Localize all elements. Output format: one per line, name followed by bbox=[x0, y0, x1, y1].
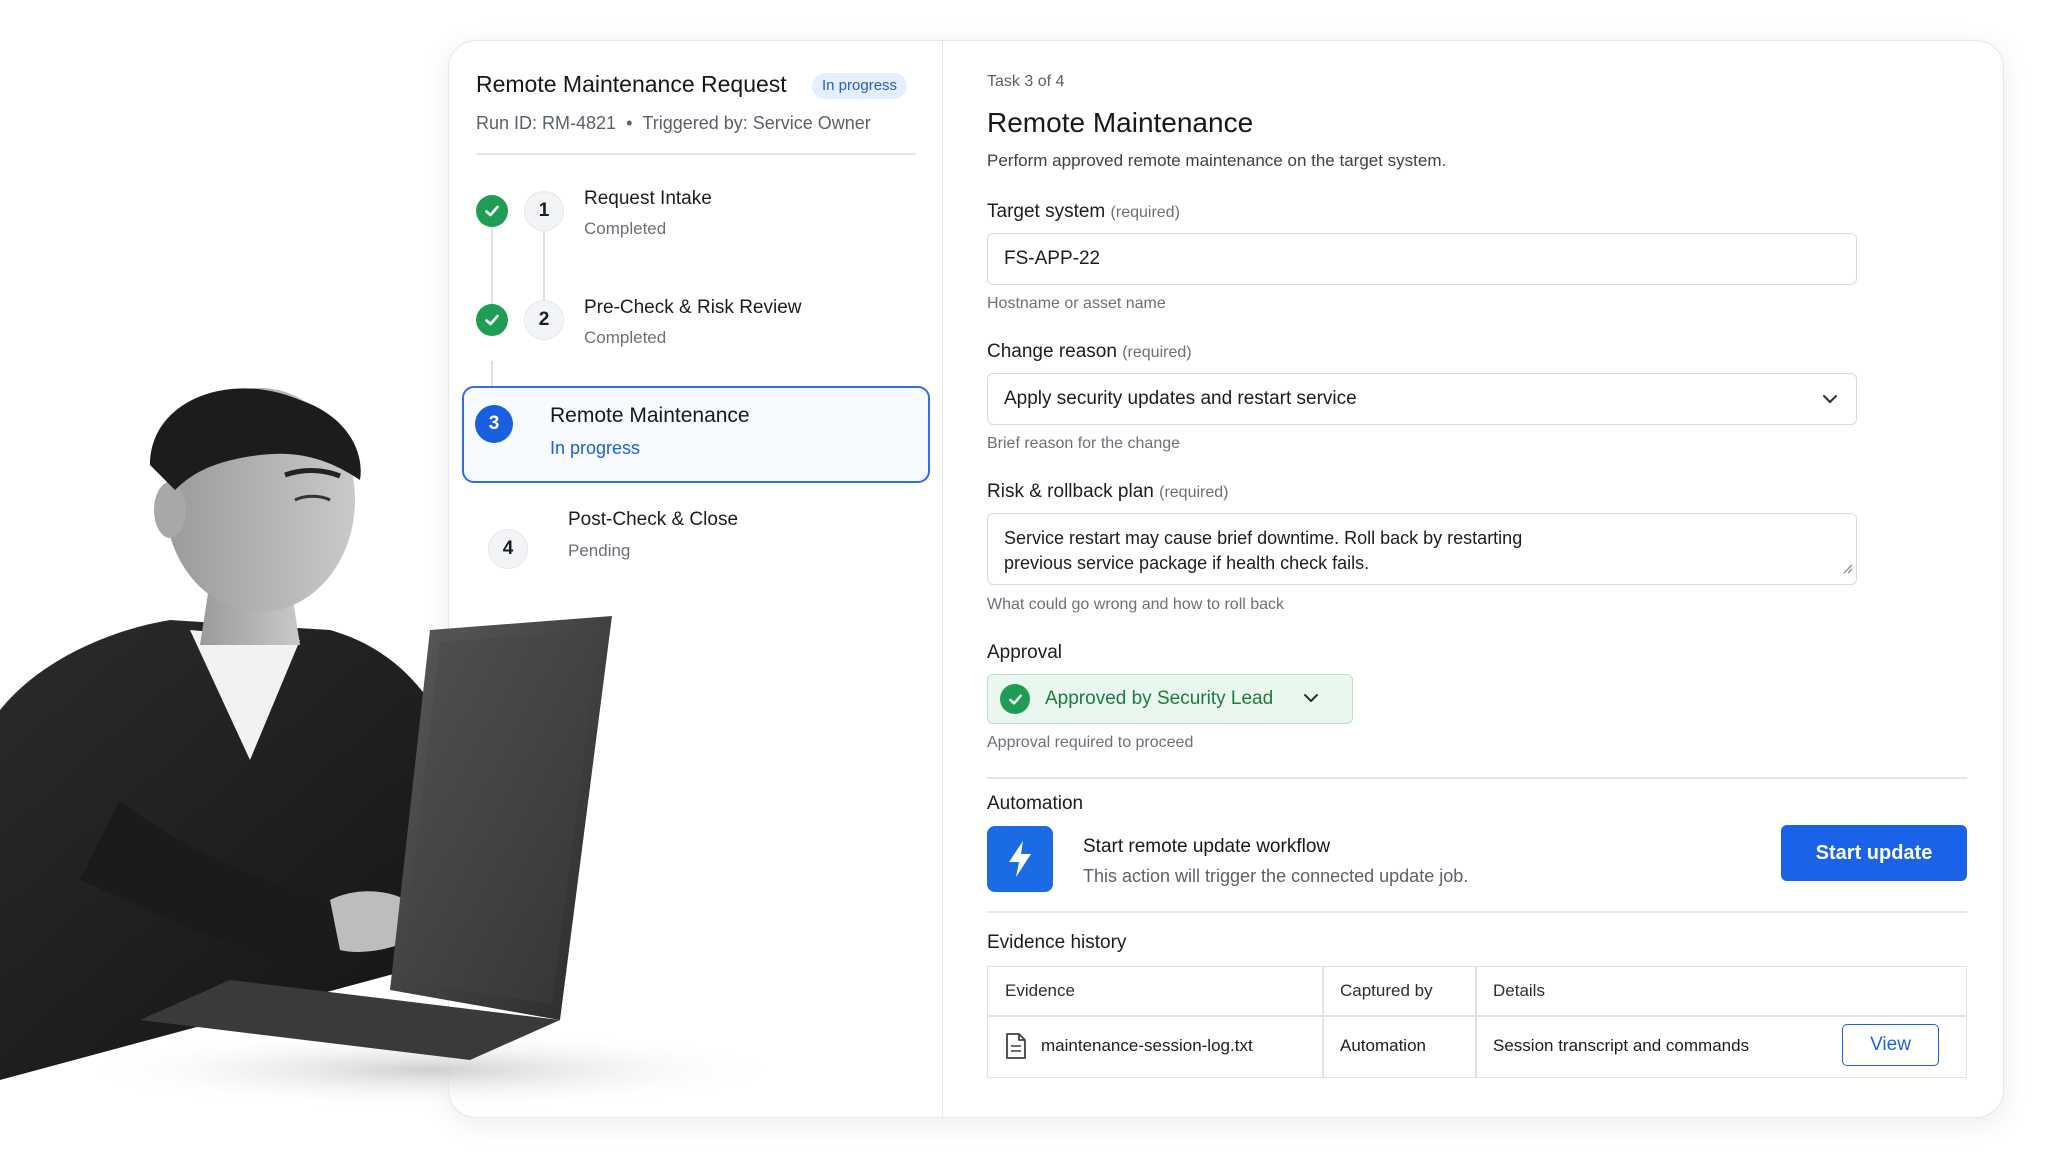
start-update-button[interactable]: Start update bbox=[1781, 825, 1967, 881]
step-title: Request Intake bbox=[584, 188, 712, 209]
change-reason-help: Brief reason for the change bbox=[987, 435, 1181, 452]
request-meta: Run ID: RM-4821 • Triggered by: Service Ow… bbox=[476, 113, 871, 134]
column-header-evidence: Evidence bbox=[1005, 981, 1075, 1000]
step-number: 1 bbox=[524, 191, 564, 231]
step-status: Completed bbox=[584, 219, 667, 238]
field-label-text: Risk & rollback plan bbox=[987, 481, 1154, 502]
field-label-text: Change reason bbox=[987, 341, 1117, 362]
evidence-history-label: Evidence history bbox=[987, 932, 1127, 953]
triggered-by: Triggered by: Service Owner bbox=[642, 113, 871, 133]
task-counter: Task 3 of 4 bbox=[987, 73, 1065, 90]
file-icon bbox=[1005, 1032, 1027, 1060]
column-header-captured-by: Captured by bbox=[1340, 981, 1433, 1000]
approval-dropdown[interactable]: Approved by Security Lead bbox=[987, 674, 1353, 724]
select-value: Apply security updates and restart servi… bbox=[1004, 388, 1357, 409]
risk-plan-textarea[interactable]: Service restart may cause brief downtime… bbox=[987, 513, 1857, 585]
details-cell: Session transcript and commands bbox=[1493, 1036, 1750, 1055]
required-marker: (required) bbox=[1159, 484, 1229, 501]
task-panel: Task 3 of 4 Remote Maintenance Perform a… bbox=[945, 41, 2003, 1117]
approval-value: Approved by Security Lead bbox=[1045, 688, 1274, 709]
captured-by-cell: Automation bbox=[1340, 1036, 1426, 1055]
automation-label: Automation bbox=[987, 793, 1084, 814]
step-status: Completed bbox=[584, 328, 667, 347]
chevron-down-icon bbox=[1303, 690, 1319, 708]
person-with-laptop-image bbox=[0, 380, 820, 1152]
required-marker: (required) bbox=[1110, 204, 1180, 221]
approval-label: Approval bbox=[987, 642, 1062, 663]
risk-plan-help: What could go wrong and how to roll back bbox=[987, 596, 1285, 613]
textarea-value: Service restart may cause brief downtime… bbox=[1004, 528, 1523, 573]
request-title: Remote Maintenance Request bbox=[476, 71, 787, 97]
request-status-badge: In progress bbox=[812, 73, 908, 99]
step-number: 2 bbox=[524, 300, 564, 340]
task-description: Perform approved remote maintenance on t… bbox=[987, 151, 1447, 170]
required-marker: (required) bbox=[1122, 344, 1192, 361]
resize-handle-icon[interactable] bbox=[1841, 556, 1853, 581]
risk-plan-label: Risk & rollback plan (required) bbox=[987, 481, 1228, 503]
view-evidence-button[interactable]: View bbox=[1842, 1024, 1939, 1066]
step-title: Pre-Check & Risk Review bbox=[584, 297, 802, 318]
chevron-down-icon bbox=[1822, 388, 1838, 410]
evidence-file-name: maintenance-session-log.txt bbox=[1041, 1036, 1253, 1055]
sidebar-divider bbox=[476, 153, 916, 155]
automation-title: Start remote update workflow bbox=[1083, 836, 1331, 857]
check-icon bbox=[476, 195, 508, 227]
approval-help: Approval required to proceed bbox=[987, 734, 1194, 751]
input-value: FS-APP-22 bbox=[1004, 248, 1101, 269]
change-reason-select[interactable]: Apply security updates and restart servi… bbox=[987, 373, 1857, 425]
evidence-file-cell[interactable]: maintenance-session-log.txt bbox=[988, 1015, 1322, 1077]
automation-description: This action will trigger the connected u… bbox=[1083, 866, 1469, 886]
lightning-bolt-icon bbox=[987, 826, 1053, 892]
section-divider bbox=[987, 777, 1967, 779]
target-system-input[interactable]: FS-APP-22 bbox=[987, 233, 1857, 285]
column-header-details: Details bbox=[1493, 981, 1545, 1000]
check-circle-icon bbox=[1000, 684, 1030, 714]
section-divider bbox=[987, 911, 1967, 913]
task-title: Remote Maintenance bbox=[987, 107, 1254, 138]
run-id: Run ID: RM-4821 bbox=[476, 113, 617, 133]
check-icon bbox=[476, 304, 508, 336]
change-reason-label: Change reason (required) bbox=[987, 341, 1192, 363]
target-system-label: Target system (required) bbox=[987, 201, 1180, 223]
evidence-table: Evidence Captured by Details maintenance… bbox=[987, 966, 1967, 1078]
field-label-text: Target system bbox=[987, 201, 1106, 222]
target-system-help: Hostname or asset name bbox=[987, 295, 1166, 312]
meta-separator: • bbox=[626, 113, 633, 133]
